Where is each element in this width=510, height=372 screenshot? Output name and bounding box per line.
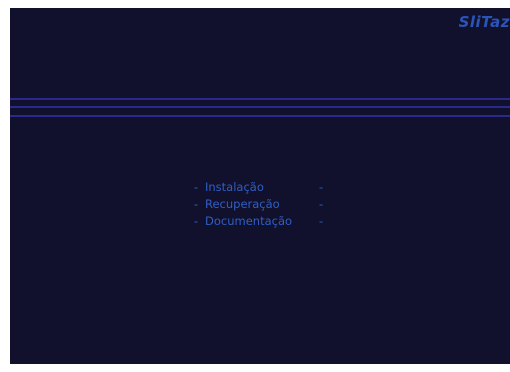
menu-item-label: Documentação [205, 214, 293, 228]
menu-item-label: Recuperação [205, 197, 280, 211]
menu-item-suffix: - [319, 197, 324, 211]
menu-item-suffix: - [319, 214, 324, 228]
slitaz-logo: SliTaz [458, 13, 510, 31]
header-divider-line [10, 98, 510, 100]
menu-item-recuperacao[interactable]: - Recuperação - [194, 196, 323, 213]
header-divider-line [10, 106, 510, 108]
header-divider-line [10, 115, 510, 117]
boot-screen: SliTaz - Instalação - - Recuperação - - Doc… [10, 8, 510, 364]
menu-item-label: Instalação [205, 180, 264, 194]
menu-item-instalacao[interactable]: - Instalação - [194, 179, 323, 196]
menu-item-prefix: - [194, 214, 199, 228]
menu-item-suffix: - [319, 180, 324, 194]
boot-menu: - Instalação - - Recuperação - - Documentaç… [194, 179, 323, 230]
menu-item-prefix: - [194, 180, 199, 194]
menu-item-prefix: - [194, 197, 199, 211]
menu-item-documentacao[interactable]: - Documentação - [194, 213, 323, 230]
